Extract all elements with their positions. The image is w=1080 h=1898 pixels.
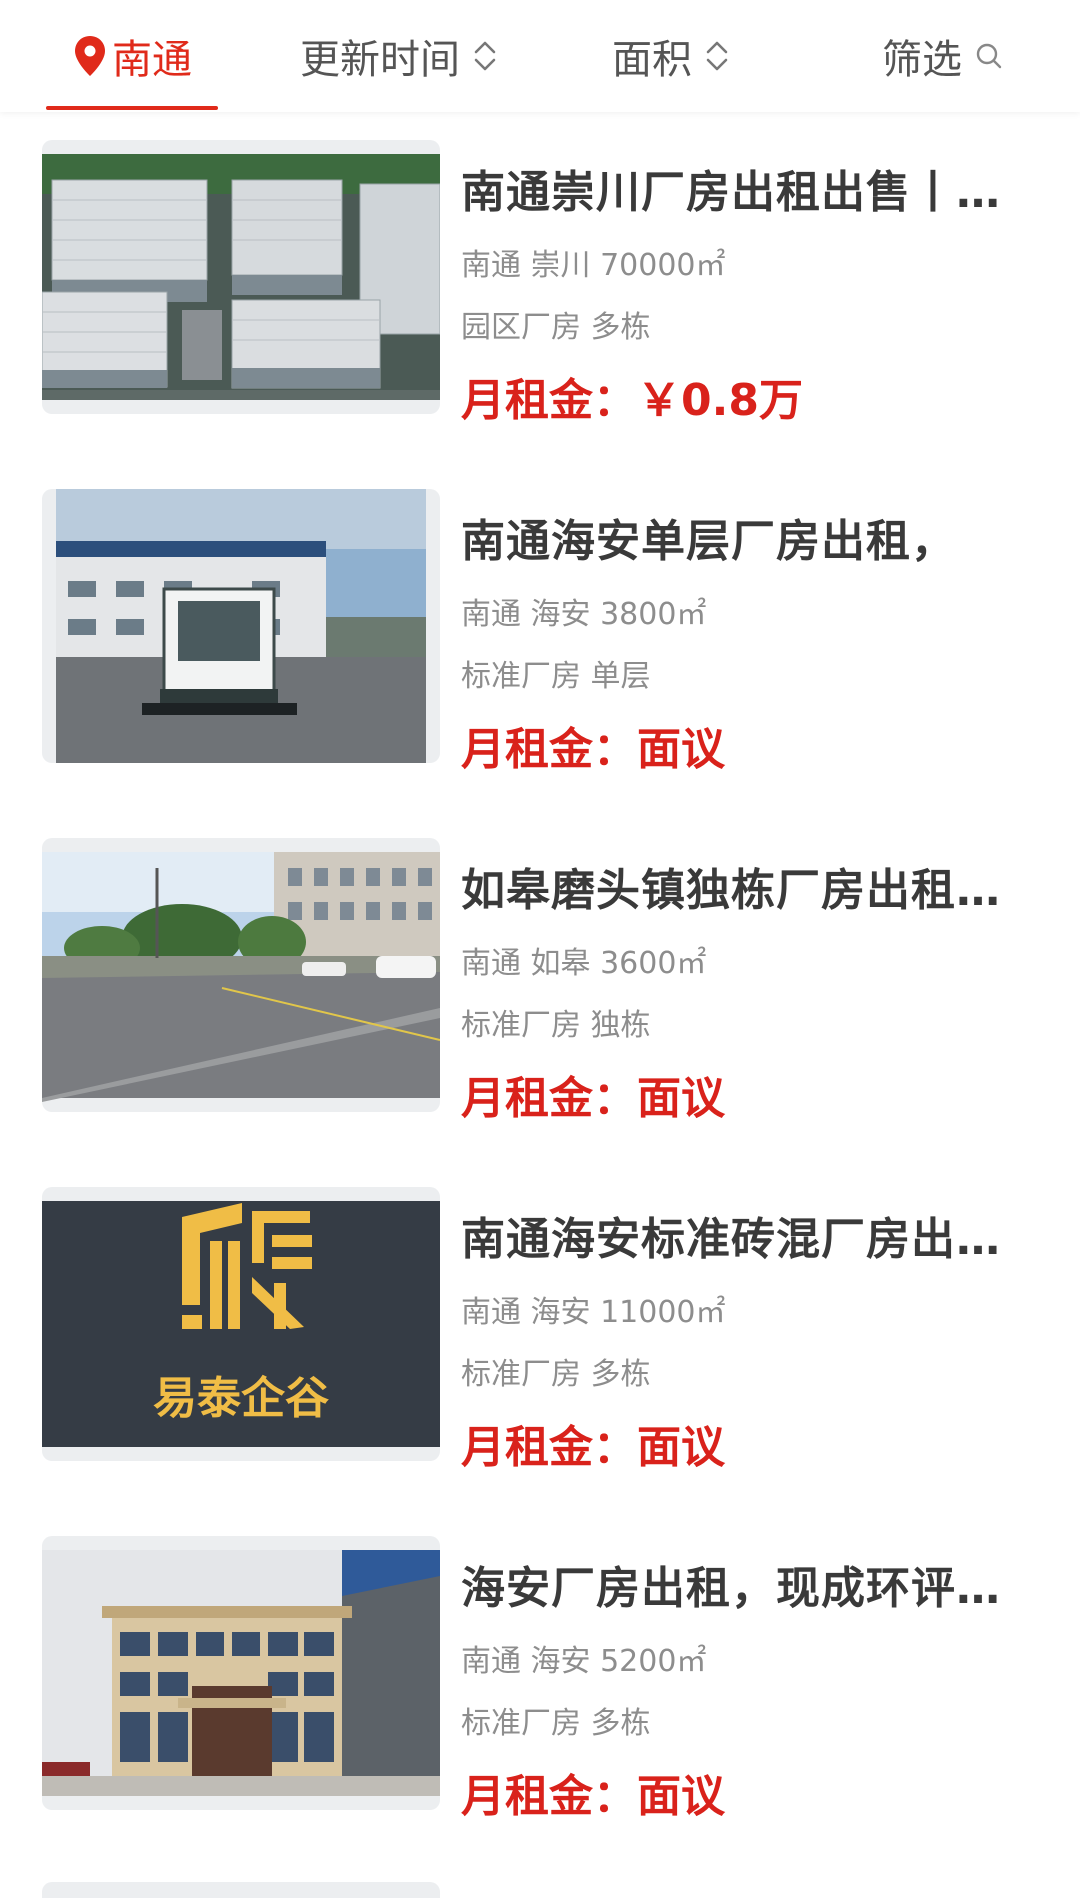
listing-price: 月租金：面议	[461, 724, 725, 775]
listing-thumbnail[interactable]	[42, 1536, 440, 1810]
listing-card[interactable]: 南通海安单层厂房出租， 南通 海安 3800㎡ 标准厂房 单层 月租金：面议	[0, 461, 1080, 775]
listing-location-area: 南通 海安 3800㎡	[461, 597, 707, 632]
listing-location-area: 南通 海安 11000㎡	[461, 1295, 726, 1330]
listing-price: 月租金：￥0.8万	[461, 375, 803, 426]
factory-with-sweeper-vehicle-photo	[56, 489, 426, 763]
office-building-photo	[42, 1550, 440, 1796]
location-pin-icon	[75, 36, 105, 76]
street-view-photo	[42, 852, 440, 1102]
listing-title[interactable]: 海安厂房出租，现成环评…	[461, 1552, 1021, 1616]
listing-thumbnail[interactable]	[42, 838, 440, 1112]
listing-title[interactable]: 南通崇川厂房出租出售丨…	[461, 156, 1021, 220]
sort-icon	[474, 41, 496, 71]
listing-location-area: 南通 海安 5200㎡	[461, 1644, 707, 1679]
listing-type: 标准厂房 多栋	[461, 1357, 651, 1392]
filter-label: 筛选	[882, 37, 962, 83]
listing-title[interactable]: 南通海安单层厂房出租，	[461, 505, 1021, 569]
listing-location-area: 南通 如皋 3600㎡	[461, 946, 707, 981]
listing-thumbnail[interactable]	[42, 140, 440, 414]
listing-location-area: 南通 崇川 70000㎡	[461, 248, 726, 283]
area-sort-tab[interactable]: 面积	[612, 0, 730, 112]
listing-thumbnail[interactable]	[42, 489, 440, 763]
location-filter-tab[interactable]: 南通	[46, 0, 218, 112]
listing-card[interactable]: 如皋磨头镇独栋厂房出租… 南通 如皋 3600㎡ 标准厂房 独栋 月租金：面议	[0, 810, 1080, 1124]
listing-thumbnail[interactable]: 易泰企谷	[42, 1187, 440, 1461]
listing-type: 标准厂房 单层	[461, 659, 651, 694]
next-listing-thumbnail-partial	[42, 1882, 440, 1898]
listing-price: 月租金：面议	[461, 1422, 725, 1473]
listing-price: 月租金：面议	[461, 1771, 725, 1822]
aerial-industrial-park-photo	[42, 154, 440, 400]
filter-button[interactable]: 筛选	[882, 0, 1004, 112]
sort-icon	[706, 41, 728, 71]
yitai-qigu-logo: 易泰企谷	[42, 1201, 440, 1447]
listing-card[interactable]: 南通崇川厂房出租出售丨… 南通 崇川 70000㎡ 园区厂房 多栋 月租金：￥0…	[0, 112, 1080, 426]
listing-title[interactable]: 如皋磨头镇独栋厂房出租…	[461, 854, 1021, 918]
search-icon	[976, 43, 1002, 69]
update-time-label: 更新时间	[300, 37, 460, 83]
update-time-sort-tab[interactable]: 更新时间	[300, 0, 498, 112]
area-sort-label: 面积	[612, 37, 692, 83]
listing-card[interactable]: 易泰企谷 南通海安标准砖混厂房出… 南通 海安 11000㎡ 标准厂房 多栋 月…	[0, 1159, 1080, 1473]
filter-bar: 南通 更新时间 面积 筛选	[0, 0, 1080, 112]
location-filter-label: 南通	[112, 37, 192, 83]
logo-text: 易泰企谷	[153, 1373, 329, 1424]
listing-type: 标准厂房 多栋	[461, 1706, 651, 1741]
listing-type: 园区厂房 多栋	[461, 310, 651, 345]
listing-title[interactable]: 南通海安标准砖混厂房出…	[461, 1203, 1021, 1267]
listing-price: 月租金：面议	[461, 1073, 725, 1124]
listing-card[interactable]: 海安厂房出租，现成环评… 南通 海安 5200㎡ 标准厂房 多栋 月租金：面议	[0, 1508, 1080, 1822]
listing-type: 标准厂房 独栋	[461, 1008, 651, 1043]
